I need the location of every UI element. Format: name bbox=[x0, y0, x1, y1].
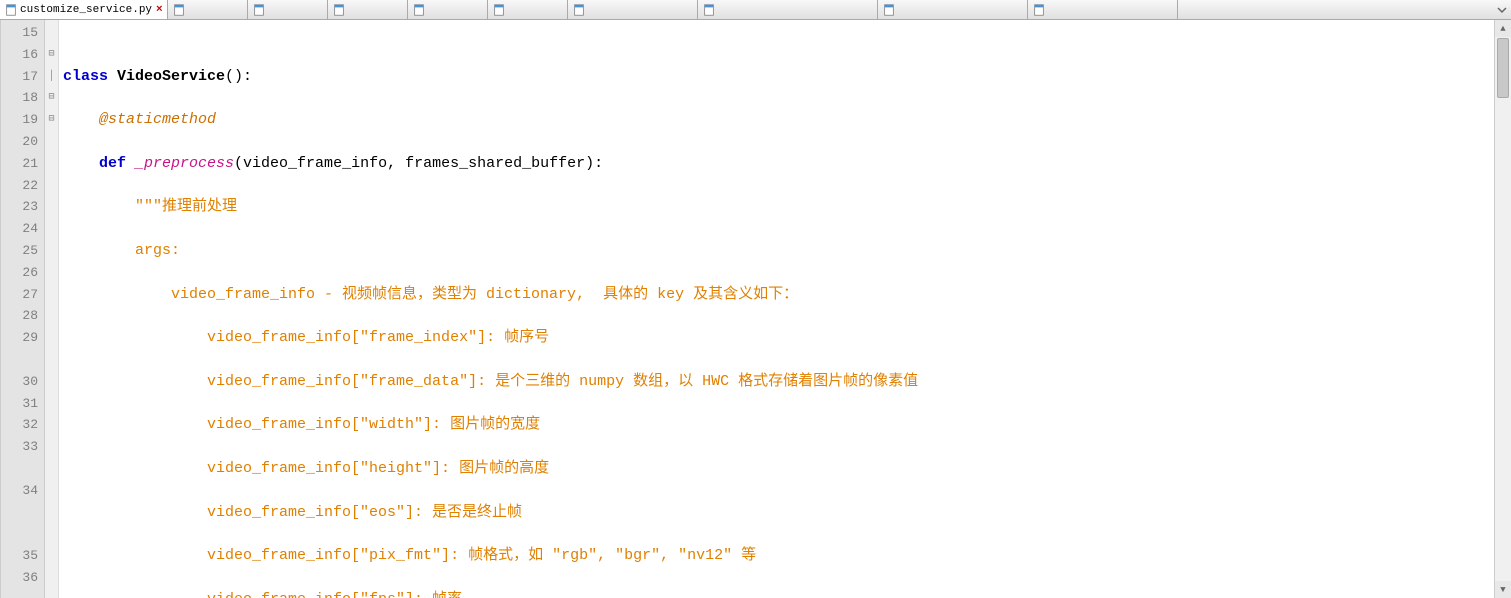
line-number: 19 bbox=[5, 109, 38, 131]
code-line: video_frame_info["eos"]: 是否是终止帧 bbox=[63, 502, 1494, 524]
line-number: 30 bbox=[5, 371, 38, 393]
file-icon bbox=[572, 3, 586, 17]
line-number: 25 bbox=[5, 240, 38, 262]
code-line: video_frame_info["height"]: 图片帧的高度 bbox=[63, 458, 1494, 480]
line-number: 29 bbox=[5, 327, 38, 371]
tab-other-8[interactable] bbox=[878, 0, 1028, 19]
tab-other-1[interactable] bbox=[168, 0, 248, 19]
scroll-thumb[interactable] bbox=[1497, 38, 1509, 98]
vertical-scrollbar[interactable]: ▲ ▼ bbox=[1494, 20, 1511, 598]
file-icon bbox=[332, 3, 346, 17]
tab-overflow-button[interactable] bbox=[1493, 0, 1511, 19]
line-number: 24 bbox=[5, 218, 38, 240]
fold-toggle[interactable]: ⊟ bbox=[45, 109, 58, 131]
line-number: 18 bbox=[5, 87, 38, 109]
file-icon bbox=[4, 3, 18, 17]
code-line: args: bbox=[63, 240, 1494, 262]
file-icon bbox=[492, 3, 506, 17]
tab-other-7[interactable] bbox=[698, 0, 878, 19]
fold-line: │ bbox=[45, 66, 58, 88]
code-line: video_frame_info["frame_data"]: 是个三维的 nu… bbox=[63, 371, 1494, 393]
line-number: 23 bbox=[5, 196, 38, 218]
code-line: video_frame_info["pix_fmt"]: 帧格式，如 "rgb"… bbox=[63, 545, 1494, 567]
code-line: video_frame_info - 视频帧信息，类型为 dictionary,… bbox=[63, 284, 1494, 306]
line-number: 36 bbox=[5, 567, 38, 589]
line-number: 33 bbox=[5, 436, 38, 480]
code-line: @staticmethod bbox=[63, 109, 1494, 131]
tab-other-9[interactable] bbox=[1028, 0, 1178, 19]
line-number: 31 bbox=[5, 393, 38, 415]
code-content[interactable]: class VideoService(): @staticmethod def … bbox=[59, 20, 1494, 598]
line-number: 17 bbox=[5, 66, 38, 88]
file-icon bbox=[252, 3, 266, 17]
code-line: def _preprocess(video_frame_info, frames… bbox=[63, 153, 1494, 175]
file-icon bbox=[172, 3, 186, 17]
tab-label: customize_service.py bbox=[20, 4, 152, 16]
tab-close-icon[interactable]: × bbox=[156, 4, 163, 16]
tab-active[interactable]: customize_service.py × bbox=[0, 0, 168, 19]
code-line: video_frame_info["frame_index"]: 帧序号 bbox=[63, 327, 1494, 349]
tab-other-3[interactable] bbox=[328, 0, 408, 19]
scroll-up-button[interactable]: ▲ bbox=[1495, 20, 1511, 37]
tab-spacer bbox=[1178, 0, 1493, 19]
line-number: 20 bbox=[5, 131, 38, 153]
chevron-down-icon bbox=[1497, 5, 1507, 15]
line-number: 32 bbox=[5, 414, 38, 436]
line-number: 28 bbox=[5, 305, 38, 327]
tab-bar: customize_service.py × bbox=[0, 0, 1511, 20]
tab-other-2[interactable] bbox=[248, 0, 328, 19]
file-icon bbox=[412, 3, 426, 17]
code-line: """推理前处理 bbox=[63, 196, 1494, 218]
line-number: 26 bbox=[5, 262, 38, 284]
scroll-down-button[interactable]: ▼ bbox=[1495, 581, 1511, 598]
line-number: 16 bbox=[5, 44, 38, 66]
line-number: 21 bbox=[5, 153, 38, 175]
tab-other-4[interactable] bbox=[408, 0, 488, 19]
file-icon bbox=[1032, 3, 1046, 17]
tab-other-5[interactable] bbox=[488, 0, 568, 19]
file-icon bbox=[702, 3, 716, 17]
line-number: 35 bbox=[5, 545, 38, 567]
file-icon bbox=[882, 3, 896, 17]
fold-toggle[interactable]: ⊟ bbox=[45, 87, 58, 109]
fold-gutter: ⊟ │ ⊟ ⊟ bbox=[45, 20, 59, 598]
line-number: 27 bbox=[5, 284, 38, 306]
line-number: 15 bbox=[5, 22, 38, 44]
line-number: 34 bbox=[5, 480, 38, 545]
editor: 15 16 17 18 19 20 21 22 23 24 25 26 27 2… bbox=[0, 20, 1511, 598]
code-line: class VideoService(): bbox=[63, 66, 1494, 88]
fold-toggle[interactable]: ⊟ bbox=[45, 44, 58, 66]
tab-other-6[interactable] bbox=[568, 0, 698, 19]
line-number: 22 bbox=[5, 175, 38, 197]
code-line: video_frame_info["width"]: 图片帧的宽度 bbox=[63, 414, 1494, 436]
code-line: video_frame_info["fps"]: 帧率 bbox=[63, 589, 1494, 598]
line-number-gutter: 15 16 17 18 19 20 21 22 23 24 25 26 27 2… bbox=[1, 20, 45, 598]
